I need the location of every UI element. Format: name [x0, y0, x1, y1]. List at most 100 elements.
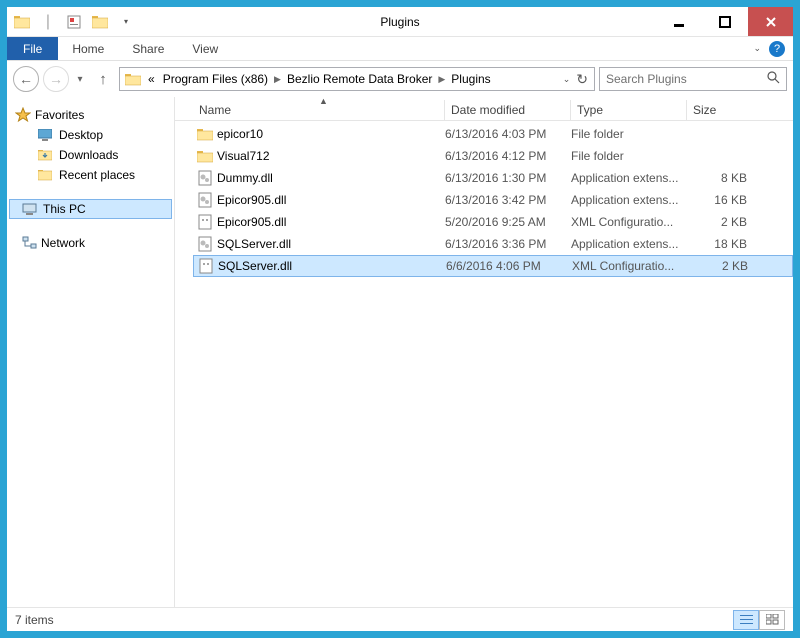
star-icon	[15, 107, 31, 123]
qat-divider: |	[37, 11, 59, 33]
xml-icon	[198, 258, 214, 274]
content-pane: ▲ Name Date modified Type Size epicor10 6…	[175, 97, 793, 607]
folder-icon	[197, 148, 213, 164]
file-row[interactable]: Epicor905.dll5/20/2016 9:25 AMXML Config…	[193, 211, 793, 233]
up-button[interactable]: ↑	[91, 67, 115, 91]
file-row[interactable]: Epicor905.dll 6/13/2016 3:42 PMApplicatio…	[193, 189, 793, 211]
file-name: epicor10	[217, 127, 263, 141]
details-view-button[interactable]	[733, 610, 759, 630]
dll-icon	[197, 236, 213, 252]
folder-icon	[197, 126, 213, 142]
dll-icon	[197, 170, 213, 186]
sidebar-item-downloads[interactable]: Downloads	[9, 145, 172, 165]
file-date: 6/13/2016 4:12 PM	[445, 149, 571, 163]
close-button[interactable]	[747, 7, 793, 36]
thumbnails-view-button[interactable]	[759, 610, 785, 630]
favorites-group[interactable]: Favorites	[9, 105, 172, 125]
refresh-icon[interactable]: ↻	[576, 71, 588, 88]
window-controls	[655, 7, 793, 36]
tab-view[interactable]: View	[178, 37, 232, 60]
sidebar-item-label: This PC	[43, 202, 86, 216]
maximize-button[interactable]	[701, 7, 747, 36]
xml-icon	[197, 214, 213, 230]
file-date: 6/13/2016 1:30 PM	[445, 171, 571, 185]
sidebar-item-thispc[interactable]: This PC	[9, 199, 172, 219]
file-date: 6/13/2016 3:36 PM	[445, 237, 571, 251]
minimize-button[interactable]	[655, 7, 701, 36]
file-date: 6/6/2016 4:06 PM	[446, 259, 572, 273]
file-type: Application extens...	[571, 171, 687, 185]
history-dropdown[interactable]: ▾	[73, 70, 87, 88]
sidebar-item-recent[interactable]: Recent places	[9, 165, 172, 185]
ribbon: File Home Share View ⌄ ?	[7, 37, 793, 61]
breadcrumb-part[interactable]: Bezlio Remote Data Broker	[283, 72, 436, 86]
tab-share[interactable]: Share	[118, 37, 178, 60]
breadcrumb-part[interactable]: Plugins	[447, 72, 494, 86]
help-icon[interactable]: ?	[769, 41, 785, 57]
column-headers: ▲ Name Date modified Type Size	[175, 97, 793, 121]
item-count: 7 items	[15, 613, 54, 627]
file-row[interactable]: SQLServer.dll 6/13/2016 3:36 PMApplicatio…	[193, 233, 793, 255]
file-name: SQLServer.dll	[217, 237, 291, 251]
file-row[interactable]: Dummy.dll 6/13/2016 1:30 PMApplication ex…	[193, 167, 793, 189]
breadcrumb-prefix[interactable]: «	[144, 72, 159, 86]
file-date: 6/13/2016 3:42 PM	[445, 193, 571, 207]
chevron-right-icon[interactable]: ▶	[272, 74, 283, 85]
file-type: XML Configuratio...	[572, 259, 688, 273]
address-dropdown-icon[interactable]: ⌄	[563, 74, 571, 85]
address-bar[interactable]: « Program Files (x86) ▶ Bezlio Remote Da…	[119, 67, 595, 91]
desktop-icon	[37, 127, 53, 143]
file-row[interactable]: Visual712 6/13/2016 4:12 PMFile folder	[193, 145, 793, 167]
forward-button[interactable]: →	[43, 66, 69, 92]
downloads-icon	[37, 147, 53, 163]
chevron-right-icon[interactable]: ▶	[436, 74, 447, 85]
file-type: File folder	[571, 127, 687, 141]
ribbon-expand-icon[interactable]: ⌄	[753, 43, 761, 54]
file-list[interactable]: epicor106/13/2016 4:03 PMFile folderVisu…	[175, 121, 793, 607]
app-icon	[11, 11, 33, 33]
new-folder-icon[interactable]	[89, 11, 111, 33]
file-size: 18 KB	[687, 237, 747, 251]
tab-home[interactable]: Home	[58, 37, 118, 60]
sidebar-item-network[interactable]: Network	[9, 233, 172, 253]
sidebar-item-label: Network	[41, 236, 85, 250]
sort-ascending-icon: ▲	[319, 97, 328, 106]
file-name: Dummy.dll	[217, 171, 273, 185]
breadcrumb-part[interactable]: Program Files (x86)	[159, 72, 272, 86]
qat-dropdown[interactable]: ▾	[115, 11, 137, 33]
file-name: Epicor905.dll	[217, 193, 286, 207]
file-row[interactable]: epicor10 6/13/2016 4:03 PMFile folder	[193, 123, 793, 145]
file-date: 6/13/2016 4:03 PM	[445, 127, 571, 141]
properties-icon[interactable]	[63, 11, 85, 33]
sidebar-item-label: Desktop	[59, 128, 103, 142]
file-row[interactable]: SQLServer.dll 6/6/2016 4:06 PMXML Configu…	[193, 255, 793, 277]
file-size: 8 KB	[687, 171, 747, 185]
recent-icon	[37, 167, 53, 183]
navigation-pane: Favorites Desktop Downloads Recent place…	[7, 97, 175, 607]
file-type: Application extens...	[571, 193, 687, 207]
search-input[interactable]: Search Plugins	[599, 67, 787, 91]
column-date[interactable]: Date modified	[445, 100, 571, 120]
file-date: 5/20/2016 9:25 AM	[445, 215, 571, 229]
file-type: Application extens...	[571, 237, 687, 251]
file-type: File folder	[571, 149, 687, 163]
dll-icon	[197, 192, 213, 208]
quick-access-toolbar: | ▾	[7, 7, 141, 36]
column-size[interactable]: Size	[687, 100, 753, 120]
file-tab[interactable]: File	[7, 37, 58, 60]
file-name: Visual712	[217, 149, 270, 163]
computer-icon	[21, 201, 37, 217]
status-bar: 7 items	[7, 607, 793, 631]
body: Favorites Desktop Downloads Recent place…	[7, 97, 793, 607]
file-name: Epicor905.dll	[217, 215, 286, 229]
column-type[interactable]: Type	[571, 100, 687, 120]
navigation-bar: ← → ▾ ↑ « Program Files (x86) ▶ Bezlio R…	[7, 61, 793, 97]
back-button[interactable]: ←	[13, 66, 39, 92]
file-name: SQLServer.dll	[218, 259, 292, 273]
sidebar-item-desktop[interactable]: Desktop	[9, 125, 172, 145]
file-size: 2 KB	[687, 215, 747, 229]
search-icon	[767, 71, 780, 87]
search-placeholder: Search Plugins	[606, 72, 687, 86]
network-icon	[21, 235, 37, 251]
file-size: 16 KB	[687, 193, 747, 207]
